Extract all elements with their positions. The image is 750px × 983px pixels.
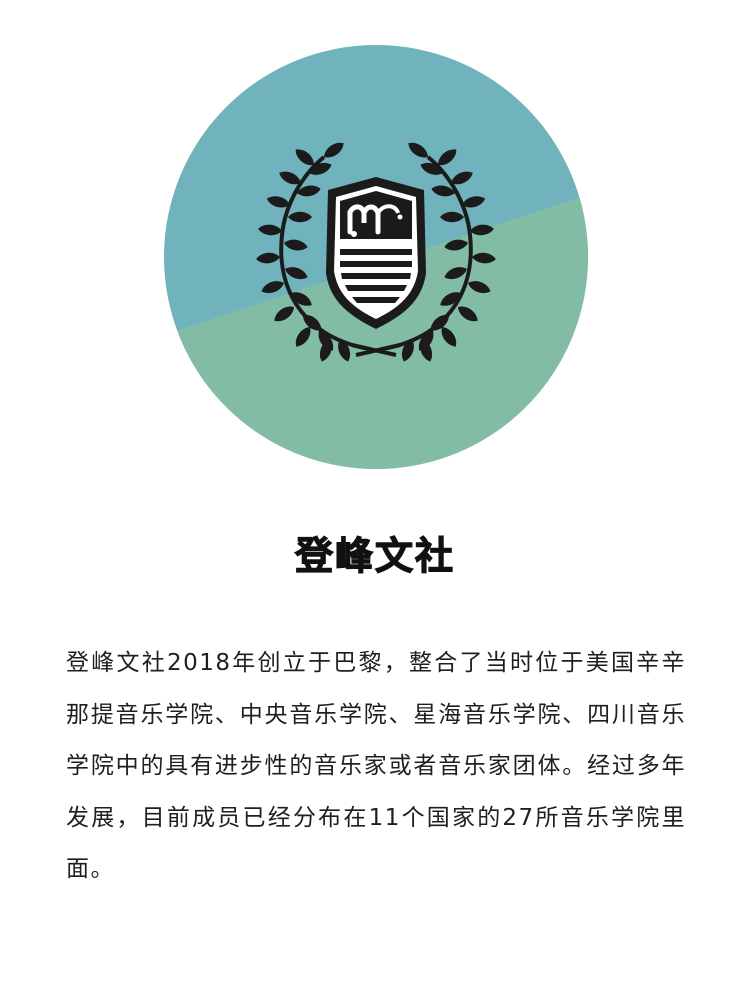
laurel-crest-icon xyxy=(164,45,588,469)
club-description: 登峰文社2018年创立于巴黎，整合了当时位于美国辛辛那提音乐学院、中央音乐学院、… xyxy=(66,650,686,882)
club-name: 登峰文社 xyxy=(294,533,455,578)
club-logo xyxy=(164,45,588,469)
